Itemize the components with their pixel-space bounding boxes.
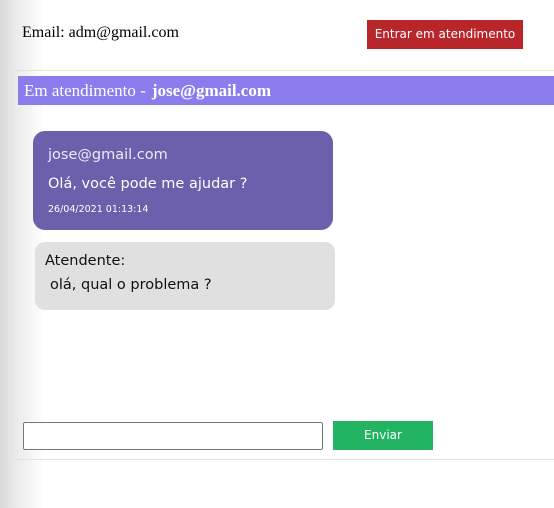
enter-service-button[interactable]: Entrar em atendimento bbox=[367, 20, 523, 49]
message-sender: Atendente: bbox=[45, 253, 126, 269]
message-input[interactable] bbox=[23, 422, 323, 450]
agent-message-bubble: Atendente: olá, qual o problema ? bbox=[35, 242, 335, 310]
message-sender: jose@gmail.com bbox=[48, 147, 168, 163]
chat-header: Em atendimento - jose@gmail.com bbox=[18, 76, 554, 105]
user-message-bubble: jose@gmail.com Olá, você pode me ajudar … bbox=[33, 131, 333, 230]
chat-header-user: jose@gmail.com bbox=[151, 81, 272, 100]
message-text: olá, qual o problema ? bbox=[50, 277, 212, 293]
chat-header-prefix: Em atendimento - bbox=[24, 81, 146, 100]
logged-in-email: Email: adm@gmail.com bbox=[22, 24, 179, 41]
send-button[interactable]: Enviar bbox=[333, 421, 433, 450]
message-text: Olá, você pode me ajudar ? bbox=[48, 176, 248, 192]
message-timestamp: 26/04/2021 01:13:14 bbox=[48, 204, 149, 215]
